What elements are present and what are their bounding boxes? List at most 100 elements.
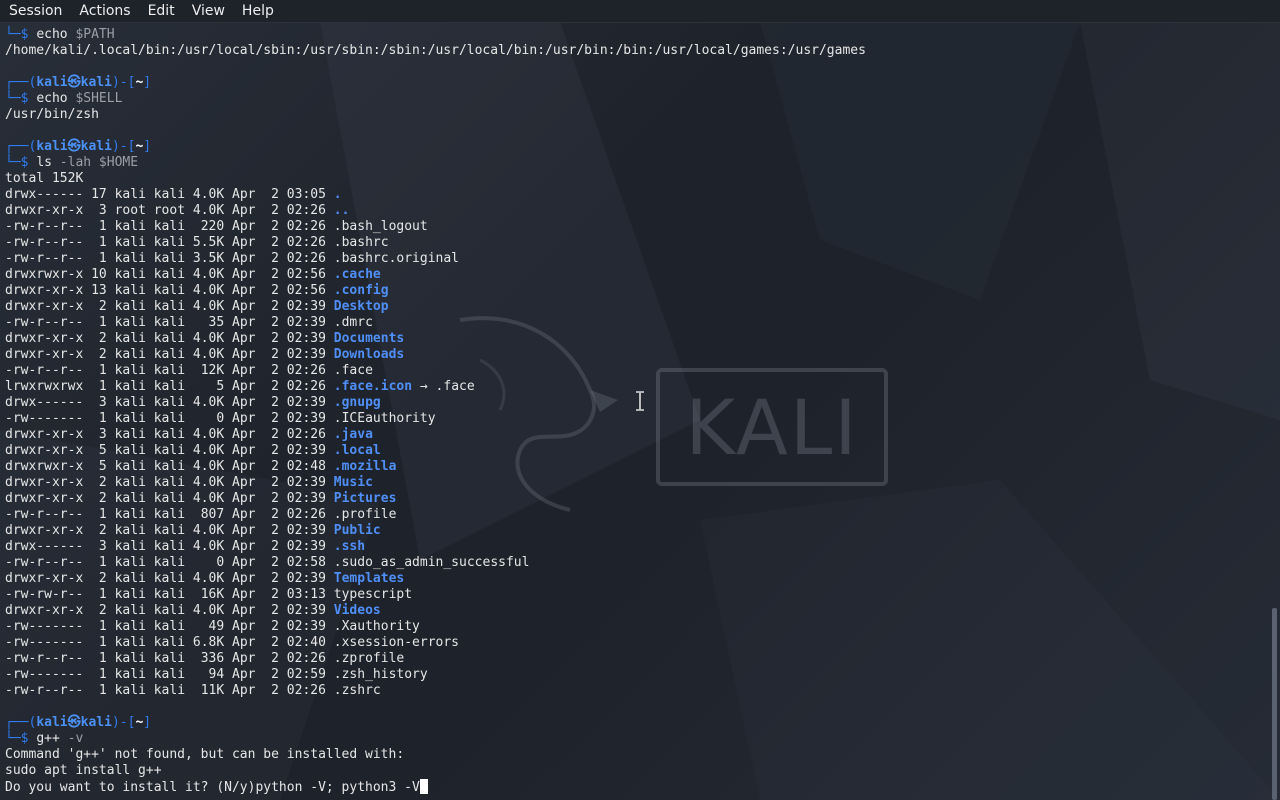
file-name: Documents — [333, 331, 405, 346]
command-name: echo — [36, 27, 68, 42]
menu-edit[interactable]: Edit — [139, 3, 183, 19]
ls-entry: -rw-r--r-- 1 kali kali 336 Apr 2 02:26 .… — [5, 651, 1267, 667]
file-time: 03:13 — [278, 587, 334, 602]
prompt-dollar: $ — [20, 27, 37, 42]
file-size: 11K — [185, 683, 225, 698]
file-permissions: drwxr-xr-x — [5, 299, 84, 314]
file-name: Public — [333, 523, 381, 538]
output-line: /home/kali/.local/bin:/usr/local/sbin:/u… — [5, 43, 1267, 59]
file-size: 807 — [185, 507, 225, 522]
file-size: 4.0K — [185, 603, 225, 618]
scrollbar-thumb[interactable] — [1272, 608, 1277, 800]
file-permissions: drwxr-xr-x — [5, 475, 84, 490]
file-links: 13 — [83, 283, 107, 298]
file-time: 02:39 — [278, 411, 334, 426]
file-owner: kali kali — [106, 251, 186, 266]
ls-entry: drwx------ 3 kali kali 4.0K Apr 2 02:39 … — [5, 539, 1267, 555]
file-owner: kali kali — [106, 651, 186, 666]
file-name: .Xauthority — [333, 619, 420, 634]
output-line: Command 'g++' not found, but can be inst… — [5, 747, 1267, 763]
file-links: 1 — [83, 315, 107, 330]
menu-help[interactable]: Help — [233, 3, 282, 19]
file-time: 02:26 — [278, 651, 334, 666]
file-date: Apr 2 — [224, 411, 279, 426]
ls-entry: -rw-r--r-- 1 kali kali 3.5K Apr 2 02:26 … — [5, 251, 1267, 267]
file-owner: kali kali — [106, 571, 186, 586]
file-time: 02:39 — [278, 475, 334, 490]
ls-entry: -rw------- 1 kali kali 49 Apr 2 02:39 .X… — [5, 619, 1267, 635]
file-permissions: -rw-rw-r-- — [5, 587, 84, 602]
file-time: 02:59 — [278, 667, 334, 682]
ls-entry: drwxr-xr-x 3 root root 4.0K Apr 2 02:26 … — [5, 203, 1267, 219]
prompt-at-icon: ㉿ — [67, 715, 81, 730]
file-date: Apr 2 — [224, 459, 279, 474]
file-time: 02:39 — [278, 299, 334, 314]
file-size: 4.0K — [185, 491, 225, 506]
file-links: 1 — [83, 635, 107, 650]
prompt-dollar: $ — [20, 91, 37, 106]
file-links: 5 — [83, 443, 107, 458]
terminal-scrollbar[interactable] — [1271, 22, 1277, 800]
menu-session[interactable]: Session — [0, 3, 70, 19]
file-size: 4.0K — [185, 539, 225, 554]
prompt-frame: )-[ — [111, 139, 136, 154]
file-owner: kali kali — [106, 587, 186, 602]
menu-actions[interactable]: Actions — [70, 3, 138, 19]
file-date: Apr 2 — [224, 571, 279, 586]
prompt-user: kali — [36, 715, 68, 730]
file-owner: kali kali — [106, 555, 186, 570]
prompt-frame: )-[ — [111, 715, 136, 730]
file-date: Apr 2 — [224, 363, 279, 378]
file-size: 4.0K — [185, 571, 225, 586]
file-owner: kali kali — [106, 475, 186, 490]
file-name: .zprofile — [333, 651, 405, 666]
file-links: 3 — [83, 203, 107, 218]
file-links: 5 — [83, 459, 107, 474]
file-time: 02:58 — [278, 555, 334, 570]
output-text: Command 'g++' not found, but can be inst… — [5, 747, 405, 762]
file-owner: kali kali — [106, 443, 186, 458]
file-date: Apr 2 — [224, 347, 279, 362]
file-size: 4.0K — [185, 443, 225, 458]
file-name: .zshrc — [333, 683, 381, 698]
file-links: 1 — [83, 587, 107, 602]
file-date: Apr 2 — [224, 539, 279, 554]
output-text: sudo apt install g++ — [5, 763, 162, 778]
file-links: 2 — [83, 571, 107, 586]
file-owner: kali kali — [106, 539, 186, 554]
output-line: /usr/bin/zsh — [5, 107, 1267, 123]
file-owner: kali kali — [106, 523, 186, 538]
file-owner: kali kali — [106, 603, 186, 618]
command-line: └─$ g++ -v — [5, 731, 1267, 747]
file-links: 2 — [83, 523, 107, 538]
file-name: . — [333, 187, 342, 202]
file-permissions: -rw------- — [5, 411, 84, 426]
prompt-line: ┌──(kali㉿kali)-[~] — [5, 139, 1267, 155]
file-permissions: drwxr-xr-x — [5, 427, 84, 442]
prompt-dollar: $ — [20, 731, 37, 746]
file-name: .xsession-errors — [333, 635, 460, 650]
file-size: 4.0K — [185, 427, 225, 442]
file-size: 6.8K — [185, 635, 225, 650]
menu-view[interactable]: View — [183, 3, 233, 19]
file-date: Apr 2 — [224, 187, 279, 202]
prompt-frame: └─ — [5, 731, 21, 746]
ls-entry: drwxr-xr-x 2 kali kali 4.0K Apr 2 02:39 … — [5, 603, 1267, 619]
file-size: 4.0K — [185, 203, 225, 218]
file-owner: kali kali — [106, 507, 186, 522]
ls-entry: drwxr-xr-x 2 kali kali 4.0K Apr 2 02:39 … — [5, 571, 1267, 587]
file-name: .bashrc — [333, 235, 389, 250]
file-date: Apr 2 — [224, 619, 279, 634]
file-owner: kali kali — [106, 379, 186, 394]
file-permissions: -rw-r--r-- — [5, 363, 84, 378]
file-time: 02:56 — [278, 283, 334, 298]
file-size: 4.0K — [185, 459, 225, 474]
file-permissions: drwxr-xr-x — [5, 603, 84, 618]
file-date: Apr 2 — [224, 395, 279, 410]
ls-entry: drwxr-xr-x 2 kali kali 4.0K Apr 2 02:39 … — [5, 299, 1267, 315]
input-text: Do you want to install it? (N/y)python -… — [5, 780, 420, 795]
ls-entry: drwxr-xr-x 2 kali kali 4.0K Apr 2 02:39 … — [5, 331, 1267, 347]
file-date: Apr 2 — [224, 427, 279, 442]
terminal-output[interactable]: └─$ echo $PATH/home/kali/.local/bin:/usr… — [5, 27, 1267, 800]
